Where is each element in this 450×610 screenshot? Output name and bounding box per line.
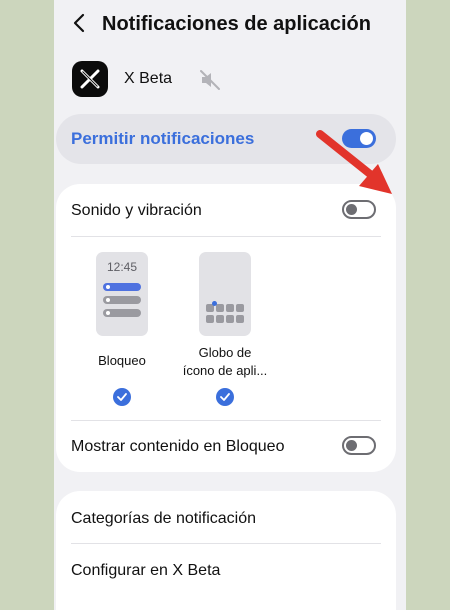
badge-preview[interactable]	[199, 252, 251, 336]
divider	[71, 543, 381, 544]
divider	[71, 236, 381, 237]
preview-notification-bar	[103, 283, 141, 291]
show-content-lock-label[interactable]: Mostrar contenido en Bloqueo	[71, 438, 284, 456]
divider	[71, 420, 381, 421]
x-logo-icon	[72, 61, 108, 97]
preview-notification-bar	[103, 309, 141, 317]
back-button[interactable]	[66, 10, 92, 36]
lock-screen-preview[interactable]: 12:45	[96, 252, 148, 336]
notification-settings-card: Sonido y vibración 12:45 Bloqueo Globo d…	[56, 184, 396, 472]
chevron-left-icon	[73, 13, 85, 33]
preview-time: 12:45	[106, 260, 138, 274]
badge-style-check-icon[interactable]	[216, 388, 234, 406]
sound-vibration-label[interactable]: Sonido y vibración	[71, 202, 202, 220]
allow-notifications-label: Permitir notificaciones	[71, 129, 255, 148]
show-content-lock-toggle[interactable]	[342, 436, 376, 455]
page-title: Notificaciones de aplicación	[102, 13, 371, 35]
configure-item[interactable]: Configurar en X Beta	[71, 562, 220, 580]
badge-style-label: Globo de ícono de apli...	[182, 345, 268, 378]
annotation-arrow-icon	[316, 130, 392, 194]
lock-style-label: Bloqueo	[98, 353, 146, 368]
menu-card: Categorías de notificación Configurar en…	[56, 491, 396, 610]
phone-screen: Notificaciones de aplicación X Beta Perm…	[54, 0, 406, 610]
preview-notification-bar	[103, 296, 141, 304]
app-name: X Beta	[124, 70, 173, 87]
app-info-row: X Beta	[72, 61, 392, 99]
badge-dot	[212, 301, 217, 306]
categories-item[interactable]: Categorías de notificación	[71, 510, 256, 528]
muted-speaker-icon	[200, 70, 220, 90]
lock-style-check-icon[interactable]	[113, 388, 131, 406]
header: Notificaciones de aplicación	[54, 0, 406, 50]
